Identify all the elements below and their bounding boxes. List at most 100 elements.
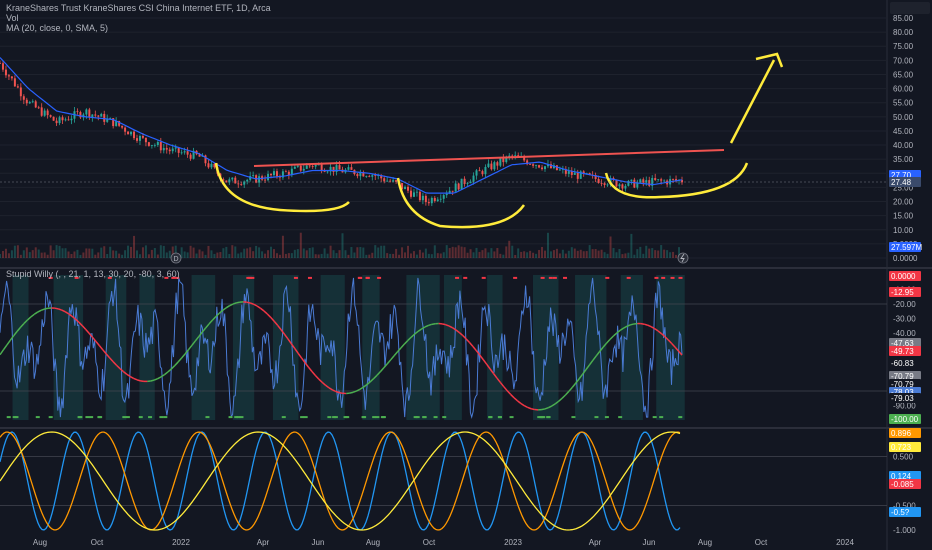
slow-oscillator-segment bbox=[85, 328, 90, 334]
candle-body bbox=[25, 99, 28, 104]
volume-bar bbox=[296, 249, 299, 258]
candle-body bbox=[514, 155, 517, 157]
volume-bar bbox=[302, 248, 305, 258]
candle-body bbox=[299, 165, 302, 171]
candle-body bbox=[529, 164, 532, 165]
lightning-icon[interactable] bbox=[677, 252, 689, 264]
candle-body bbox=[466, 183, 469, 184]
time-tick-label: 2023 bbox=[504, 538, 522, 547]
candle-body bbox=[347, 167, 350, 170]
volume-bar bbox=[535, 253, 538, 258]
volume-bar bbox=[546, 232, 549, 258]
candle-body bbox=[174, 147, 177, 149]
volume-bar bbox=[538, 249, 541, 258]
candle-body bbox=[1, 63, 4, 70]
last-price-tag: 27.48 bbox=[891, 178, 912, 187]
volume-bar bbox=[424, 248, 427, 258]
candle-body bbox=[368, 176, 371, 178]
candle-body bbox=[85, 109, 88, 115]
time-tick-label: Oct bbox=[423, 538, 436, 547]
price-tick-label: 50.00 bbox=[893, 113, 914, 122]
candle-body bbox=[246, 179, 249, 182]
slow-oscillator-segment bbox=[129, 375, 135, 380]
volume-bar bbox=[466, 252, 469, 258]
volume-bar bbox=[350, 247, 353, 258]
candle-body bbox=[430, 197, 433, 204]
volume-bar bbox=[332, 250, 335, 258]
signal-dot-low bbox=[509, 416, 514, 419]
chart-root: 85.00 80.00 75.00 70.00 65.00 60.00 55.00 50.00… bbox=[0, 0, 932, 550]
slow-oscillator-segment bbox=[564, 390, 570, 396]
signal-dot-low bbox=[659, 416, 664, 419]
volume-bars bbox=[0, 232, 683, 258]
volume-bar bbox=[398, 254, 401, 258]
slow-oscillator-segment bbox=[386, 359, 392, 365]
candle-body bbox=[478, 170, 481, 172]
volume-bar bbox=[451, 246, 454, 258]
candle-body bbox=[165, 148, 168, 150]
oscillator-panel bbox=[0, 276, 887, 419]
eye-toggle-icon[interactable]: D bbox=[170, 252, 182, 264]
slow-oscillator-segment bbox=[349, 391, 354, 394]
candle-body bbox=[130, 131, 133, 135]
price-tick-label: 0.0000 bbox=[893, 254, 918, 263]
settings-button[interactable] bbox=[890, 2, 930, 14]
time-tick-label: Aug bbox=[698, 538, 712, 547]
slow-oscillator-segment bbox=[140, 380, 145, 383]
candle-body bbox=[409, 190, 412, 197]
volume-bar bbox=[338, 250, 341, 258]
volume-bar bbox=[490, 248, 493, 258]
volume-bar bbox=[639, 246, 642, 258]
volume-bar bbox=[585, 251, 588, 258]
signal-dot-high bbox=[626, 276, 631, 279]
candle-body bbox=[660, 179, 663, 181]
time-tick-label: Aug bbox=[33, 538, 47, 547]
volume-bar bbox=[317, 254, 320, 258]
candle-body bbox=[270, 173, 273, 176]
candle-body bbox=[314, 164, 317, 167]
volume-bar bbox=[31, 250, 34, 258]
signal-dot-low bbox=[138, 416, 143, 419]
candle-body bbox=[302, 168, 305, 171]
volume-bar bbox=[201, 251, 204, 258]
volume-bar bbox=[115, 250, 118, 258]
signal-dot-low bbox=[205, 416, 210, 419]
candle-body bbox=[484, 166, 487, 175]
candle-body bbox=[395, 180, 398, 182]
slow-oscillator-segment bbox=[30, 313, 35, 318]
volume-bar bbox=[133, 235, 136, 258]
volume-bar bbox=[415, 254, 418, 258]
slow-oscillator-segment bbox=[37, 309, 42, 313]
candle-body bbox=[37, 107, 40, 109]
wave-tag: 0.896 bbox=[891, 429, 912, 438]
slow-oscillator-segment bbox=[2, 344, 8, 351]
candle-body bbox=[421, 195, 424, 201]
candle-body bbox=[296, 165, 299, 167]
price-tick-label: 60.00 bbox=[893, 85, 914, 94]
candle-body bbox=[338, 165, 341, 170]
candle-body bbox=[168, 149, 171, 152]
volume-bar bbox=[103, 246, 106, 258]
volume-bar bbox=[79, 254, 82, 258]
volume-bar bbox=[311, 247, 314, 258]
volume-bar bbox=[609, 236, 612, 258]
slow-oscillator-segment bbox=[390, 355, 395, 361]
volume-bar bbox=[192, 247, 195, 258]
oscillator-tag: -79.03 bbox=[891, 394, 914, 403]
volume-bar bbox=[603, 252, 606, 258]
candle-body bbox=[323, 171, 326, 172]
volume-bar bbox=[225, 246, 228, 258]
candle-body bbox=[457, 183, 460, 190]
volume-bar bbox=[541, 246, 544, 258]
volume-bar bbox=[362, 247, 365, 258]
volume-bar bbox=[210, 250, 213, 258]
candle-body bbox=[418, 191, 421, 201]
candle-body bbox=[445, 193, 448, 196]
slow-oscillator-segment bbox=[441, 323, 446, 326]
shade-zone bbox=[532, 275, 559, 420]
price-tick-label: 55.00 bbox=[893, 99, 914, 108]
time-tick-label: 2022 bbox=[172, 538, 190, 547]
candle-body bbox=[490, 163, 493, 170]
volume-bar bbox=[606, 253, 609, 258]
volume-bar bbox=[582, 251, 585, 258]
